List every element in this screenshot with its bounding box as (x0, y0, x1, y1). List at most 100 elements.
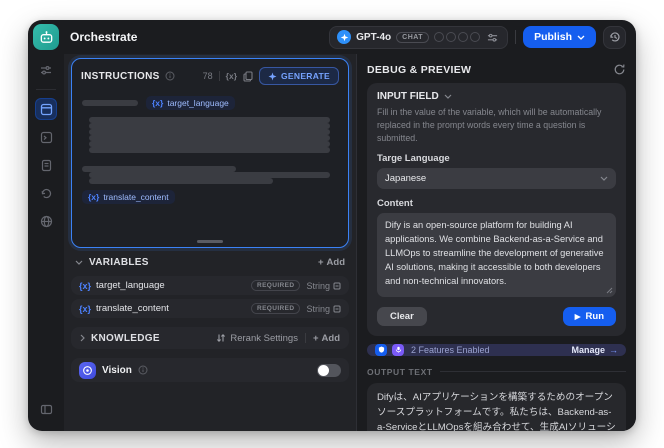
resize-handle[interactable] (197, 240, 223, 243)
copy-icon[interactable] (243, 70, 253, 82)
feature-speech-icon (392, 343, 404, 356)
chevron-down-icon (600, 176, 608, 182)
required-badge: REQUIRED (250, 303, 301, 314)
chevron-down-icon (577, 35, 585, 40)
model-capability-icons (434, 32, 481, 42)
publish-label: Publish (534, 31, 572, 43)
generate-button[interactable]: GENERATE (259, 67, 339, 85)
add-variable-button[interactable]: + Add (318, 257, 345, 268)
knowledge-title: KNOWLEDGE (91, 332, 160, 344)
output-text-card: Difyは、AIアプリケーションを構築するためのオープンソースプラットフォームで… (367, 382, 626, 431)
variable-row[interactable]: {x} translate_content REQUIRED String (71, 299, 349, 318)
instructions-title: INSTRUCTIONS (81, 70, 160, 82)
debug-preview-pane: DEBUG & PREVIEW INPUT FIELD Fill in the … (356, 54, 636, 431)
settings-icon (333, 305, 341, 312)
divider (304, 333, 306, 343)
knowledge-section-header[interactable]: KNOWLEDGE Rerank Settings + Add (71, 327, 349, 349)
plus-icon: + (312, 332, 319, 344)
left-sidebar (28, 54, 64, 431)
chevron-right-icon (80, 334, 85, 342)
orchestrate-icon (40, 103, 52, 115)
content-textarea[interactable]: Dify is an open-source platform for buil… (377, 213, 616, 297)
prompt-content[interactable]: {x} target_language {x} translate_conten… (72, 88, 348, 247)
language-select[interactable]: Japanese (377, 168, 616, 190)
input-field-description: Fill in the value of the variable, which… (377, 107, 602, 143)
settings-icon (333, 282, 341, 289)
history-button[interactable] (603, 25, 626, 49)
chevron-down-icon (75, 260, 83, 265)
model-params-icon[interactable] (485, 30, 500, 45)
features-status-text: 2 Features Enabled (411, 344, 490, 355)
add-label: Add (321, 332, 340, 344)
language-select-value: Japanese (385, 173, 427, 185)
info-icon (165, 71, 175, 81)
vision-label: Vision (102, 364, 132, 376)
required-badge: REQUIRED (250, 280, 301, 291)
manage-features-button[interactable]: Manage → (571, 345, 618, 355)
document-list-icon (41, 159, 51, 171)
variable-x-icon: {x} (79, 303, 92, 314)
sidebar-item-annotation[interactable] (35, 210, 57, 232)
clear-button[interactable]: Clear (377, 306, 427, 326)
variable-type-dropdown[interactable]: String (306, 304, 341, 314)
features-enabled-bar[interactable]: 2 Features Enabled Manage → (367, 343, 626, 356)
capability-icon (470, 32, 481, 42)
variable-type-dropdown[interactable]: String (306, 281, 341, 291)
model-selector[interactable]: GPT-4o CHAT (329, 25, 509, 49)
variable-x-icon: {x} (152, 98, 164, 108)
insert-variable-icon[interactable]: {x} (226, 71, 237, 81)
add-label: Add (326, 257, 345, 268)
capability-icon (458, 32, 469, 42)
run-label: Run (585, 310, 604, 322)
rerank-settings-button[interactable]: Rerank Settings (216, 333, 298, 344)
publish-button[interactable]: Publish (523, 26, 596, 48)
refresh-icon (41, 188, 51, 198)
variable-chip-label: translate_content (103, 192, 169, 202)
variable-x-icon: {x} (88, 192, 100, 202)
variables-title: VARIABLES (89, 257, 149, 268)
capability-icon (434, 32, 445, 42)
arrow-right-icon: → (609, 344, 618, 355)
globe-icon (40, 215, 52, 227)
variable-type-label: String (306, 280, 330, 291)
sidebar-item-logs[interactable] (35, 154, 57, 176)
refresh-icon (614, 64, 625, 75)
add-knowledge-button[interactable]: + Add (313, 333, 340, 344)
sidebar-collapse-button[interactable] (35, 398, 57, 420)
play-icon: ▶ (574, 311, 581, 321)
variable-chip[interactable]: {x} translate_content (82, 190, 175, 204)
language-field-label: Targe Language (377, 153, 450, 165)
variable-name: target_language (96, 280, 165, 291)
sidebar-item-orchestrate[interactable] (35, 98, 57, 120)
app-window: Orchestrate GPT-4o CHAT Publish INSTRUCT… (28, 20, 636, 431)
restart-button[interactable] (613, 63, 626, 76)
sidebar-item-refresh[interactable] (35, 182, 57, 204)
sparkle-icon (268, 72, 277, 80)
rerank-icon (217, 333, 226, 343)
app-logo[interactable] (33, 24, 59, 50)
variable-type-label: String (306, 303, 330, 314)
variable-chip[interactable]: {x} target_language (146, 96, 235, 110)
run-button[interactable]: ▶ Run (562, 306, 616, 326)
manage-label: Manage (571, 344, 605, 355)
model-mode-badge: CHAT (396, 31, 430, 43)
sidebar-item-prompt-log[interactable] (35, 126, 57, 148)
titlebar: Orchestrate GPT-4o CHAT Publish (28, 20, 636, 54)
model-provider-icon (337, 30, 352, 44)
variables-section-header[interactable]: VARIABLES + Add (71, 248, 349, 272)
terminal-icon (40, 131, 52, 143)
variable-chip-label: target_language (167, 98, 229, 108)
capability-icon (446, 32, 457, 42)
content-field-label: Content (377, 198, 413, 210)
orchestrate-pane: INSTRUCTIONS 78 {x} GENERATE {x} target_… (64, 54, 356, 431)
resize-grip-icon[interactable] (606, 287, 613, 294)
vision-toggle[interactable] (317, 363, 341, 377)
char-count: 78 (202, 71, 213, 81)
variable-row[interactable]: {x} target_language REQUIRED String (71, 276, 349, 295)
input-field-header[interactable]: INPUT FIELD (377, 91, 616, 102)
feature-moderation-icon (375, 343, 387, 356)
sidebar-tune-icon[interactable] (35, 59, 57, 81)
variable-x-icon: {x} (79, 280, 92, 291)
input-field-title: INPUT FIELD (377, 91, 439, 102)
skeleton-line (89, 178, 274, 184)
